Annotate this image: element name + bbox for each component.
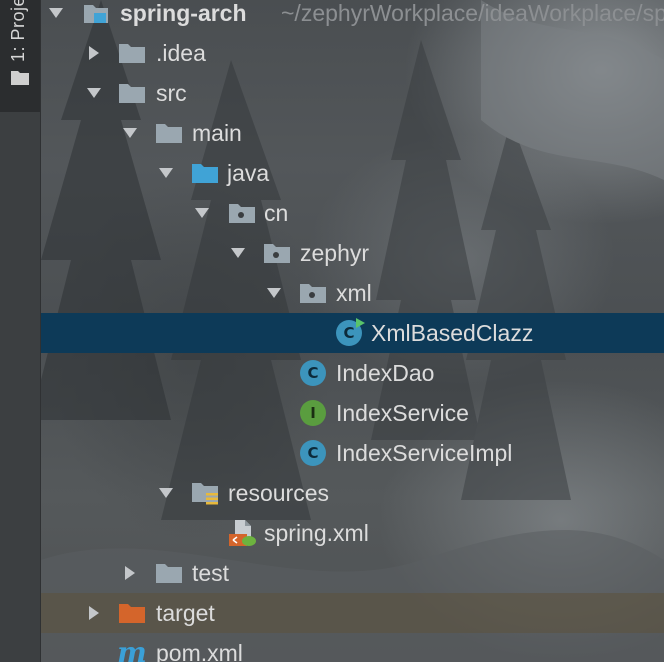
package-icon — [227, 193, 257, 233]
tree-label: IndexDao — [336, 360, 435, 386]
project-tree-panel[interactable]: spring-arch ~/zephyrWorkplace/ideaWorkpl… — [41, 0, 664, 662]
project-name: spring-arch — [120, 0, 247, 26]
module-folder-icon — [81, 0, 111, 33]
package-icon — [298, 273, 328, 313]
project-path: ~/zephyrWorkplace/ideaWorkplace/spring-a… — [281, 0, 664, 26]
tree-row-zephyr[interactable]: zephyr — [41, 233, 664, 273]
class-letter: C — [300, 440, 326, 466]
tree-label: src — [156, 80, 187, 106]
chevron-down-icon[interactable] — [45, 0, 67, 33]
class-icon: C — [298, 353, 328, 393]
tree-row-idea[interactable]: .idea — [41, 33, 664, 73]
folder-icon — [154, 113, 184, 153]
tree-label: target — [156, 600, 215, 626]
tree-label: main — [192, 120, 242, 146]
tree-label: spring.xml — [264, 520, 369, 546]
tree-row-resources[interactable]: resources — [41, 473, 664, 513]
resources-folder-icon — [190, 473, 220, 513]
package-icon — [262, 233, 292, 273]
class-letter: C — [343, 324, 355, 342]
folder-icon — [117, 73, 147, 113]
chevron-down-icon[interactable] — [155, 153, 177, 193]
tree-row-xml-package[interactable]: xml — [41, 273, 664, 313]
tree-label: .idea — [156, 40, 206, 66]
tree-row-xml-based-clazz[interactable]: C XmlBasedClazz — [41, 313, 664, 353]
maven-letter: m — [117, 636, 147, 662]
tree-row-project-root[interactable]: spring-arch ~/zephyrWorkplace/ideaWorkpl… — [41, 0, 664, 33]
chevron-down-icon[interactable] — [83, 73, 105, 113]
tree-row-test[interactable]: test — [41, 553, 664, 593]
tree-label: zephyr — [300, 240, 370, 266]
class-letter: C — [300, 360, 326, 386]
project-tab-label: 1: Project — [8, 0, 28, 62]
folder-icon — [154, 553, 184, 593]
tree-label: XmlBasedClazz — [371, 320, 534, 346]
tree-label: IndexServiceImpl — [336, 440, 513, 466]
interface-icon: I — [298, 393, 328, 433]
chevron-right-icon[interactable] — [119, 553, 141, 593]
tree-row-src[interactable]: src — [41, 73, 664, 113]
project-tool-tab[interactable]: 1: Project — [0, 0, 40, 112]
folder-icon — [10, 68, 30, 91]
chevron-down-icon[interactable] — [155, 473, 177, 513]
spring-xml-file-icon — [227, 513, 257, 553]
tree-label: java — [227, 160, 270, 186]
tree-label: IndexService — [336, 400, 469, 426]
excluded-folder-icon — [117, 593, 147, 633]
tree-row-java[interactable]: java — [41, 153, 664, 193]
tree-row-pom[interactable]: m pom.xml — [41, 633, 664, 662]
tree-row-main[interactable]: main — [41, 113, 664, 153]
chevron-right-icon[interactable] — [83, 593, 105, 633]
maven-icon: m — [117, 633, 147, 662]
chevron-down-icon[interactable] — [119, 113, 141, 153]
chevron-down-icon[interactable] — [191, 193, 213, 233]
folder-icon — [117, 33, 147, 73]
tree-label: pom.xml — [156, 640, 243, 662]
runnable-class-icon: C — [334, 313, 365, 353]
tree-row-index-service[interactable]: I IndexService — [41, 393, 664, 433]
tree-row-cn[interactable]: cn — [41, 193, 664, 233]
tree-row-target[interactable]: target — [41, 593, 664, 633]
tree-row-index-dao[interactable]: C IndexDao — [41, 353, 664, 393]
ide-window: 1: Project spring-arch ~/zephyrWorkplace… — [0, 0, 664, 662]
tree-row-spring-xml[interactable]: spring.xml — [41, 513, 664, 553]
chevron-down-icon[interactable] — [227, 233, 249, 273]
tree-label: resources — [228, 480, 329, 506]
source-folder-icon — [190, 153, 220, 193]
chevron-right-icon[interactable] — [83, 33, 105, 73]
tree-label: test — [192, 560, 230, 586]
chevron-down-icon[interactable] — [263, 273, 285, 313]
tree-label: xml — [336, 280, 372, 306]
tree-row-index-service-impl[interactable]: C IndexServiceImpl — [41, 433, 664, 473]
class-icon: C — [298, 433, 328, 473]
tree-label: cn — [264, 200, 289, 226]
interface-letter: I — [300, 400, 326, 426]
tool-window-strip: 1: Project — [0, 0, 41, 662]
